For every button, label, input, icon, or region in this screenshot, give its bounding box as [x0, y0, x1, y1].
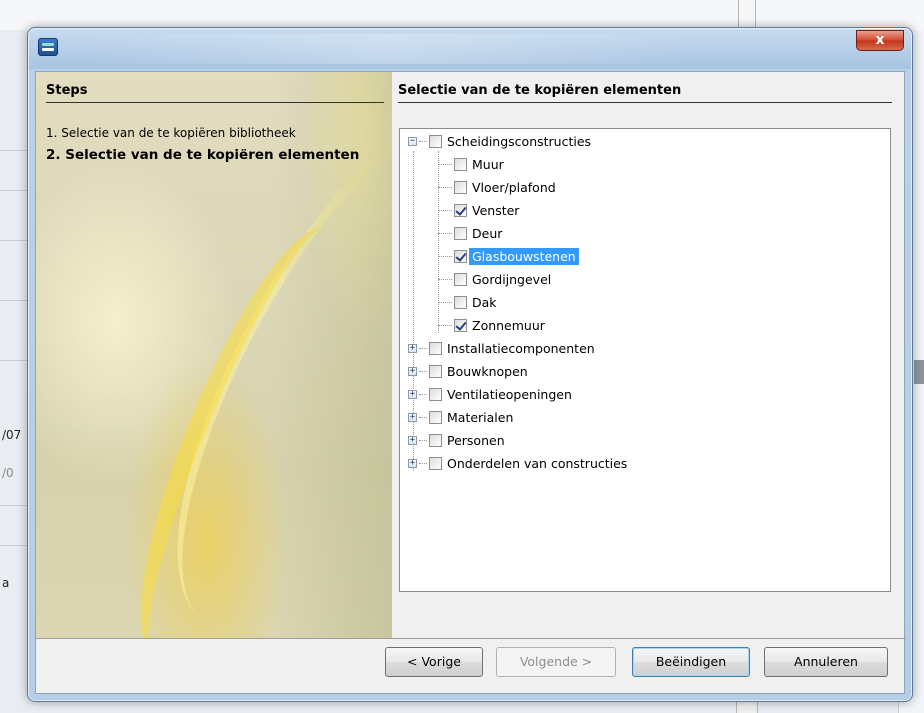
element-tree[interactable]: − Scheidingsconstructies Muur Vloer/plaf… [399, 128, 891, 592]
tree-node-label: Muur [472, 157, 504, 172]
background-toolbar [0, 0, 924, 30]
checkbox[interactable] [454, 227, 467, 240]
steps-header: Steps [46, 83, 384, 103]
checkbox-checked[interactable] [454, 319, 467, 332]
background-text: /0 [2, 466, 14, 480]
tree-node-label-selected: Glasbouwstenen [469, 248, 579, 265]
tree-node-label: Gordijngevel [472, 272, 552, 287]
tree-node-label: Zonnemuur [472, 318, 545, 333]
cancel-button[interactable]: Annuleren [764, 647, 888, 677]
close-button[interactable]: x [856, 30, 904, 51]
expand-icon[interactable]: + [408, 344, 417, 353]
checkbox[interactable] [429, 135, 442, 148]
checkbox[interactable] [429, 457, 442, 470]
tree-node-dak[interactable]: Dak [438, 291, 497, 314]
tree-node-gordijngevel[interactable]: Gordijngevel [438, 268, 551, 291]
checkbox[interactable] [454, 181, 467, 194]
tree-node-label: Scheidingsconstructies [447, 134, 592, 149]
steps-panel: Steps 1. Selectie van de te kopiëren bib… [36, 72, 392, 638]
checkbox[interactable] [429, 411, 442, 424]
tree-node-label: Onderdelen van constructies [447, 456, 628, 471]
tree-node-glasbouwstenen[interactable]: Glasbouwstenen [438, 245, 579, 268]
expand-icon[interactable]: + [408, 390, 417, 399]
app-icon [38, 38, 58, 56]
tree-node-materialen[interactable]: + Materialen [408, 406, 513, 429]
tree-node-label: Personen [447, 433, 505, 448]
expand-icon[interactable]: + [408, 436, 417, 445]
expand-icon[interactable]: + [408, 413, 417, 422]
tree-node-label: Bouwknopen [447, 364, 528, 379]
step-item-library: 1. Selectie van de te kopiëren bibliothe… [46, 126, 296, 140]
tree-node-scheidingsconstructies[interactable]: − Scheidingsconstructies [408, 130, 591, 153]
checkbox[interactable] [454, 273, 467, 286]
checkbox-checked[interactable] [454, 204, 467, 217]
footer-divider [36, 638, 906, 639]
tree-node-venster[interactable]: Venster [438, 199, 519, 222]
title-bar[interactable]: x [28, 28, 912, 70]
tree-node-zonnemuur[interactable]: Zonnemuur [438, 314, 545, 337]
dialog-client-area: Steps 1. Selectie van de te kopiëren bib… [35, 71, 906, 694]
checkbox[interactable] [429, 365, 442, 378]
collapse-icon[interactable]: − [408, 137, 417, 146]
checkbox[interactable] [454, 158, 467, 171]
next-button[interactable]: Volgende > [496, 647, 616, 677]
background-text: /07 [2, 428, 22, 442]
background-text: a [2, 576, 10, 590]
tree-node-label: Venster [472, 203, 520, 218]
expand-icon[interactable]: + [408, 367, 417, 376]
checkbox[interactable] [429, 388, 442, 401]
tree-node-deur[interactable]: Deur [438, 222, 502, 245]
step-item-elements: 2. Selectie van de te kopiëren elementen [46, 147, 360, 163]
title-glass [88, 34, 688, 64]
copy-elements-dialog: x Steps 1. Selectie van de te kopiëren b… [27, 27, 913, 702]
finish-button[interactable]: Beëindigen [632, 647, 750, 677]
tree-node-label: Installatiecomponenten [447, 341, 595, 356]
content-header: Selectie van de te kopiëren elementen [398, 83, 892, 103]
tree-node-label: Vloer/plafond [472, 180, 556, 195]
tree-node-onderdelen-van-constructies[interactable]: + Onderdelen van constructies [408, 452, 627, 475]
checkbox[interactable] [429, 434, 442, 447]
expand-icon[interactable]: + [408, 459, 417, 468]
tree-node-label: Dak [472, 295, 497, 310]
tree-node-bouwknopen[interactable]: + Bouwknopen [408, 360, 528, 383]
background-splitter [738, 0, 756, 30]
tree-node-label: Ventilatieopeningen [447, 387, 572, 402]
tree-node-vloer-plafond[interactable]: Vloer/plafond [438, 176, 556, 199]
checkbox[interactable] [454, 296, 467, 309]
previous-button[interactable]: < Vorige [385, 647, 483, 677]
tree-node-label: Materialen [447, 410, 514, 425]
tree-node-label: Deur [472, 226, 503, 241]
checkbox[interactable] [429, 342, 442, 355]
tree-node-ventilatieopeningen[interactable]: + Ventilatieopeningen [408, 383, 572, 406]
tree-node-installatiecomponenten[interactable]: + Installatiecomponenten [408, 337, 595, 360]
checkbox-checked[interactable] [454, 250, 467, 263]
tree-node-personen[interactable]: + Personen [408, 429, 505, 452]
tree-node-muur[interactable]: Muur [438, 153, 504, 176]
